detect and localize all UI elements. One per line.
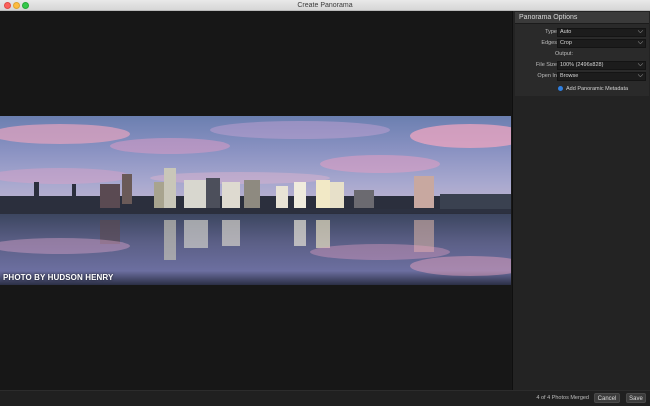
file-size-value: 100% (2496x828) (560, 62, 604, 68)
edges-row: Edges Crop ⌵ (515, 39, 649, 48)
chevron-down-icon: ⌵ (637, 72, 643, 79)
type-value: Auto (560, 29, 572, 35)
bottom-bar: 4 of 4 Photos Merged Cancel Save (0, 390, 650, 406)
options-panel: Panorama Options Type Auto ⌵ Edges Crop … (512, 11, 650, 390)
chevron-down-icon: ⌵ (637, 28, 643, 35)
cancel-button[interactable]: Cancel (594, 393, 620, 403)
metadata-label: Add Panoramic Metadata (566, 86, 629, 92)
file-size-select[interactable]: 100% (2496x828) ⌵ (557, 61, 646, 70)
open-in-row: Open In Browse ⌵ (515, 72, 649, 81)
output-row: Output: (515, 50, 649, 59)
checkbox-checked-icon[interactable] (558, 86, 563, 91)
panorama-image: PHOTO BY HUDSON HENRY (0, 116, 511, 285)
save-button[interactable]: Save (626, 393, 646, 403)
panel-title[interactable]: Panorama Options (515, 12, 649, 24)
type-row: Type Auto ⌵ (515, 28, 649, 37)
edges-select[interactable]: Crop ⌵ (557, 39, 646, 48)
window-title: Create Panorama (297, 2, 353, 9)
photo-credit: PHOTO BY HUDSON HENRY (3, 273, 114, 282)
title-bar: Create Panorama (0, 0, 650, 11)
file-size-label: File Size (535, 62, 557, 68)
open-in-value: Browse (560, 73, 579, 79)
edges-label: Edges (541, 40, 557, 46)
preview-area: PHOTO BY HUDSON HENRY (0, 11, 511, 390)
merge-status: 4 of 4 Photos Merged (536, 395, 589, 401)
type-label: Type (545, 29, 557, 35)
open-in-select[interactable]: Browse ⌵ (557, 72, 646, 81)
output-label: Output: (554, 51, 573, 57)
chevron-down-icon: ⌵ (637, 39, 643, 46)
open-in-label: Open In (537, 73, 557, 79)
edges-value: Crop (560, 40, 572, 46)
chevron-down-icon: ⌵ (637, 61, 643, 68)
file-size-row: File Size 100% (2496x828) ⌵ (515, 61, 649, 70)
panorama-options-group: Panorama Options Type Auto ⌵ Edges Crop … (515, 12, 649, 96)
type-select[interactable]: Auto ⌵ (557, 28, 646, 37)
